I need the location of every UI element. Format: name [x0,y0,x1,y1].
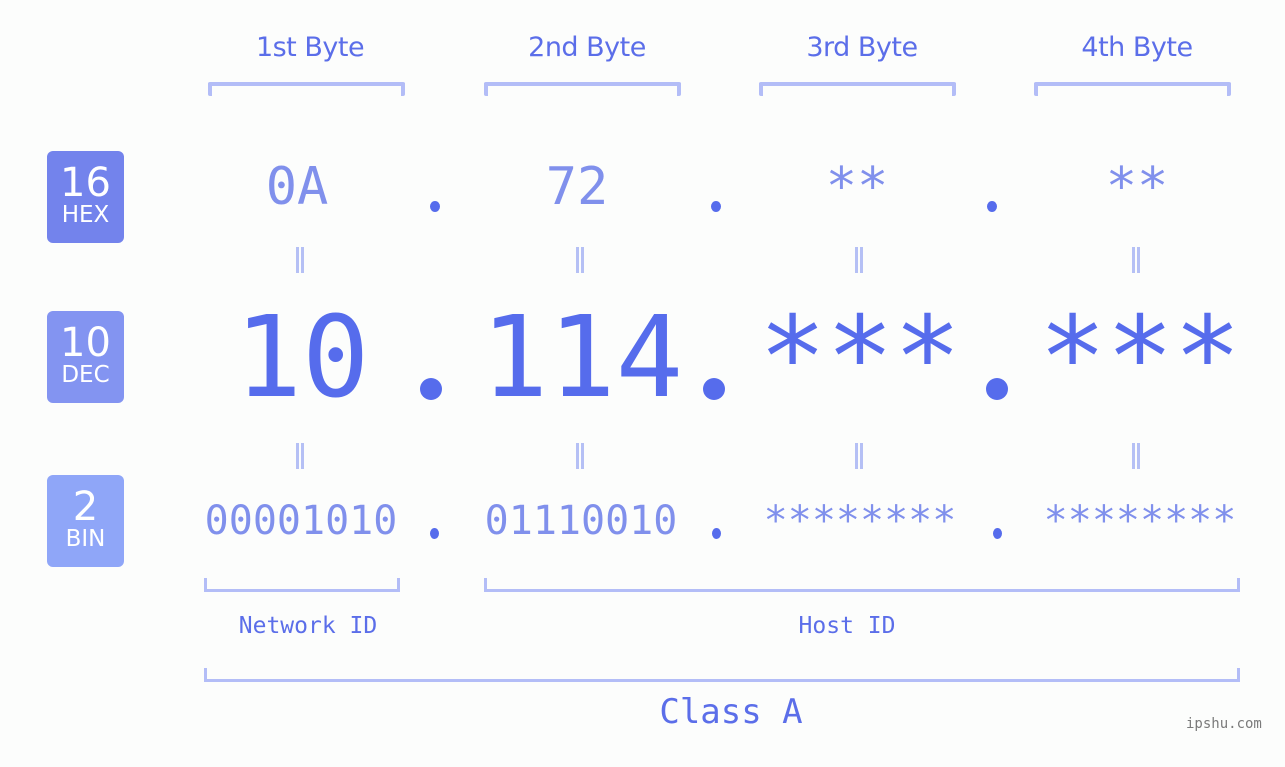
hex-value-4: ** [1105,157,1169,217]
hex-separator-dot [711,201,721,212]
bin-value-2: 01110010 [484,498,678,544]
bin-value-1: 00001010 [204,498,398,544]
dec-badge: 10 DEC [47,311,124,403]
bin-separator-dot [712,528,721,539]
network-id-label: Network ID [238,613,378,639]
equals-icon [1131,247,1141,273]
byte-header-2: 2nd Byte [528,32,646,63]
equals-icon [854,443,864,469]
bin-value-3: ******** [763,498,957,544]
hex-value-1: 0A [265,157,329,217]
byte-header-1: 1st Byte [255,32,365,63]
hex-separator-dot [430,201,440,212]
dec-separator-dot [986,378,1008,400]
bin-badge: 2 BIN [47,475,124,567]
bin-badge-number: 2 [72,484,99,530]
watermark: ipshu.com [1186,716,1262,732]
byte-header-3: 3rd Byte [806,32,918,63]
dec-separator-dot [703,378,725,400]
hex-badge: 16 HEX [47,151,124,243]
byte-3-bracket [759,82,956,96]
class-label: Class A [659,692,803,732]
dec-value-1: 10 [234,293,370,423]
byte-2-bracket [484,82,681,96]
equals-icon [1131,443,1141,469]
bin-value-4: ******** [1043,498,1237,544]
hex-separator-dot [987,201,997,212]
bin-separator-dot [993,528,1002,539]
dec-badge-number: 10 [60,320,111,366]
dec-separator-dot [420,378,442,400]
equals-icon [854,247,864,273]
network-id-bracket [204,578,400,592]
equals-icon [575,443,585,469]
dec-value-2: 114 [480,293,684,423]
hex-value-2: 72 [545,157,609,217]
hex-badge-number: 16 [60,160,111,206]
bin-separator-dot [430,528,439,539]
hex-value-3: ** [825,157,889,217]
byte-1-bracket [208,82,405,96]
class-bracket [204,668,1240,682]
equals-icon [295,247,305,273]
hex-badge-label: HEX [61,202,110,228]
host-id-bracket [484,578,1240,592]
dec-badge-label: DEC [61,362,110,388]
host-id-label: Host ID [798,613,896,639]
equals-icon [295,443,305,469]
dec-value-4: *** [1038,293,1242,423]
byte-header-4: 4th Byte [1081,32,1193,63]
dec-value-3: *** [758,293,962,423]
equals-icon [575,247,585,273]
bin-badge-label: BIN [65,526,106,552]
byte-4-bracket [1034,82,1231,96]
